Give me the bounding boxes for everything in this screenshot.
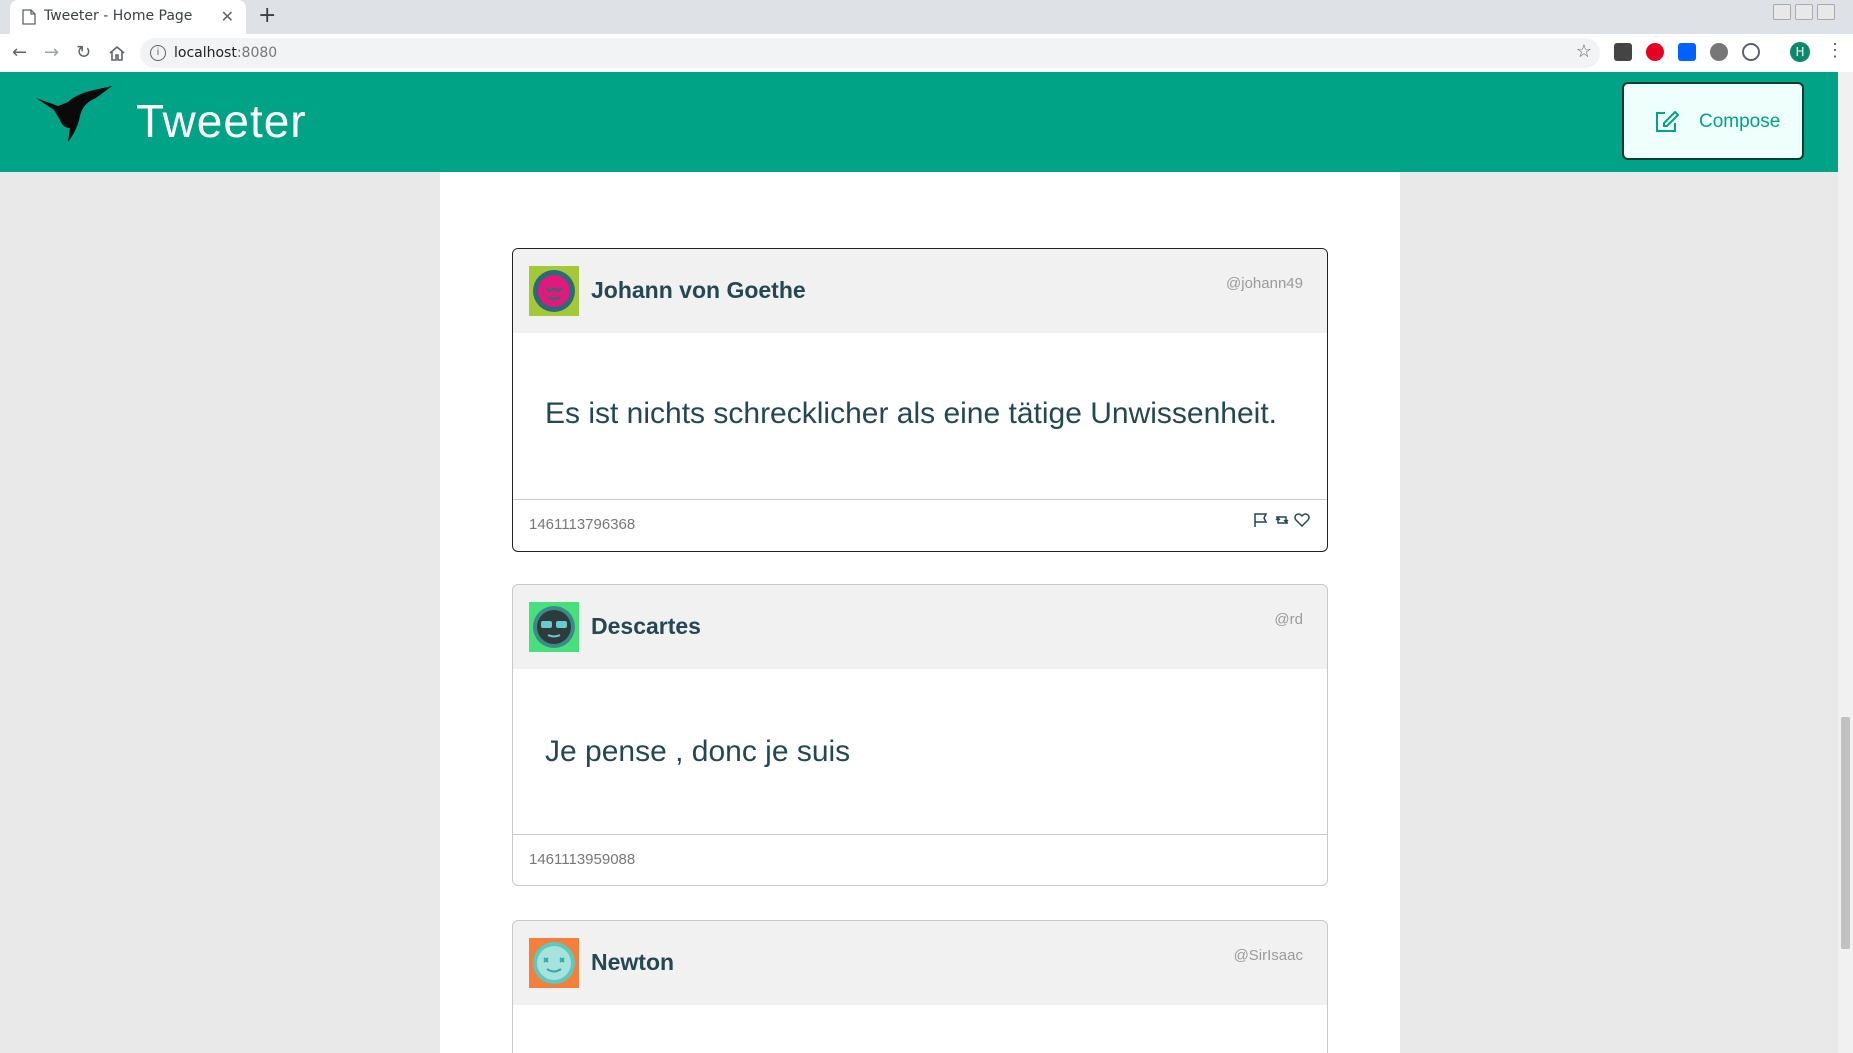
tweet-author-name: Johann von Goethe [591,277,806,303]
tweet-card[interactable]: Descartes @rd Je pense , donc je suis 14… [512,584,1328,886]
tweet-author-name: Descartes [591,613,701,639]
tweet-feed: 1553203737417 Johann von Goethe @johann4… [440,72,1400,1053]
tweet-author-name: Newton [591,949,675,975]
tweet-timestamp: 1461113959088 [529,851,636,868]
scrollbar-thumb[interactable] [1841,717,1850,949]
tweet-header: Descartes @rd [513,585,1327,669]
tweet-footer: 1461113796368 [513,499,1327,551]
close-window-button[interactable] [1817,4,1835,20]
tweet-header: Newton @SirIsaac [513,921,1327,1005]
tweet-footer: 1461113959088 [513,834,1327,885]
tab-title: Tweeter - Home Page [44,8,193,24]
address-bar[interactable]: i localhost:8080 ☆ [140,38,1600,68]
compose-button[interactable]: Compose [1622,82,1804,160]
browser-toolbar: ← → ↻ i localhost:8080 ☆ H ⋮ [0,34,1853,73]
flag-icon[interactable] [1253,512,1271,528]
forward-arrow-icon[interactable]: → [44,42,59,63]
user-avatar[interactable] [529,938,579,988]
tweet-author-handle: @SirIsaac [1233,947,1303,964]
browser-tab-strip: Tweeter - Home Page ✕ + [0,0,1853,34]
tweet-timestamp: 1461113796368 [529,516,636,533]
site-info-icon[interactable]: i [150,45,166,61]
tab-close-icon[interactable]: ✕ [221,7,234,26]
back-arrow-icon[interactable]: ← [12,42,27,63]
page-icon [22,9,36,25]
browser-tab[interactable]: Tweeter - Home Page ✕ [10,0,246,34]
browser-menu-icon[interactable]: ⋮ [1826,40,1844,61]
tweet-author-handle: @johann49 [1226,275,1303,292]
app-title: Tweeter [136,95,307,147]
hummingbird-logo [36,86,112,142]
page-scrollbar[interactable] [1838,72,1853,1053]
minimize-button[interactable] [1773,4,1791,20]
home-icon[interactable] [108,44,126,62]
new-tab-button[interactable]: + [258,3,276,28]
pinterest-extension-icon[interactable] [1646,43,1664,61]
reload-icon[interactable]: ↻ [76,42,91,63]
dropbox-extension-icon[interactable] [1678,43,1696,61]
pocket-extension-icon[interactable] [1614,43,1632,61]
user-avatar[interactable] [529,266,579,316]
tweet-text: Je pense , donc je suis [545,735,851,768]
compose-pen-icon [1656,110,1680,132]
tweet-text: Es ist nichts schrecklicher als eine tät… [545,397,1277,430]
tweet-actions [1253,512,1311,528]
app-header: Tweeter Compose [0,72,1838,172]
tweet-card[interactable]: Johann von Goethe @johann49 Es ist nicht… [512,248,1328,552]
page-viewport: 1553203737417 Johann von Goethe @johann4… [0,72,1853,1053]
extension-icon-2[interactable] [1742,43,1760,61]
restore-button[interactable] [1795,4,1813,20]
retweet-icon[interactable] [1273,512,1291,528]
tweet-author-handle: @rd [1274,611,1303,628]
bookmark-star-icon[interactable]: ☆ [1576,41,1592,62]
tweet-header: Johann von Goethe @johann49 [513,249,1327,333]
user-avatar[interactable] [529,602,579,652]
tweet-card[interactable]: Newton @SirIsaac [512,920,1328,1053]
extension-icon[interactable] [1710,43,1728,61]
compose-label: Compose [1699,111,1781,132]
url-text: localhost:8080 [174,45,278,61]
profile-avatar[interactable]: H [1790,42,1810,62]
heart-icon[interactable] [1293,512,1311,528]
